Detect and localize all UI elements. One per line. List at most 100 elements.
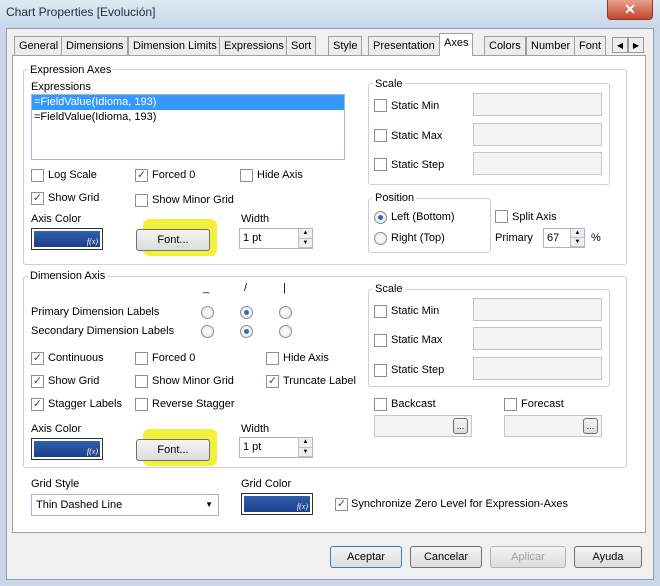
expression-list-item[interactable]: =FieldValue(Idioma, 193)	[32, 95, 344, 110]
primary-labels-vertical-radio[interactable]	[279, 306, 292, 319]
primary-label: Primary	[495, 232, 533, 244]
static-min-input[interactable]	[473, 93, 602, 116]
primary-labels-horizontal-radio[interactable]	[201, 306, 214, 319]
primary-spinner[interactable]: 67 ▲ ▼	[543, 228, 585, 248]
dimension-static-step-checkbox[interactable]	[374, 364, 387, 377]
forecast-input[interactable]: ...	[504, 415, 602, 437]
dimension-show-grid-label: Show Grid	[48, 375, 100, 387]
expression-axes-legend: Expression Axes	[28, 64, 114, 76]
stagger-labels-checkbox[interactable]: ✓	[31, 398, 44, 411]
spin-up-icon[interactable]: ▲	[571, 229, 584, 238]
static-min-label: Static Min	[391, 100, 440, 112]
primary-labels-diagonal-radio[interactable]	[240, 306, 253, 319]
axis-color-button[interactable]: f(x)	[31, 228, 103, 250]
tab-dimensions[interactable]: Dimensions	[61, 36, 129, 55]
spin-up-icon[interactable]: ▲	[299, 438, 312, 448]
position-group	[368, 198, 491, 253]
dimension-axis-legend: Dimension Axis	[28, 270, 108, 282]
static-max-label: Static Max	[391, 130, 443, 142]
chevron-down-icon[interactable]: ▼	[205, 500, 213, 509]
dimension-static-max-input[interactable]	[473, 327, 602, 350]
forced-0-checkbox[interactable]: ✓	[135, 169, 148, 182]
tab-style[interactable]: Style	[328, 36, 363, 55]
tab-scroll-right-button[interactable]: ▶	[628, 37, 644, 53]
tab-dimension-limits[interactable]: Dimension Limits	[128, 36, 222, 55]
dimension-static-min-input[interactable]	[473, 298, 602, 321]
static-max-checkbox[interactable]	[374, 129, 387, 142]
hide-axis-checkbox[interactable]	[240, 169, 253, 182]
sync-zero-checkbox[interactable]: ✓	[335, 498, 348, 511]
tab-axes[interactable]: Axes	[439, 33, 474, 56]
grid-style-select[interactable]: Thin Dashed Line ▼	[31, 494, 219, 516]
function-icon: f(x)	[86, 447, 98, 456]
static-step-input[interactable]	[473, 152, 602, 175]
truncate-label-label: Truncate Label	[283, 375, 356, 387]
dimension-static-max-checkbox[interactable]	[374, 334, 387, 347]
show-minor-grid-label: Show Minor Grid	[152, 194, 234, 206]
split-axis-checkbox[interactable]	[495, 210, 508, 223]
backcast-ellipsis-button[interactable]: ...	[453, 418, 468, 434]
backcast-checkbox[interactable]	[374, 398, 387, 411]
secondary-labels-diagonal-radio[interactable]	[240, 325, 253, 338]
accept-button[interactable]: Aceptar	[330, 546, 402, 568]
dimension-font-button[interactable]: Font...	[136, 439, 210, 461]
dimension-width-spin-buttons[interactable]: ▲ ▼	[298, 438, 312, 457]
position-right-top-radio[interactable]	[374, 232, 387, 245]
tab-general[interactable]: General	[14, 36, 64, 55]
reverse-stagger-checkbox[interactable]	[135, 398, 148, 411]
continuous-checkbox[interactable]: ✓	[31, 352, 44, 365]
dimension-axis-color-swatch: f(x)	[34, 441, 100, 457]
help-button[interactable]: Ayuda	[574, 546, 642, 568]
backcast-input[interactable]: ...	[374, 415, 472, 437]
show-grid-checkbox[interactable]: ✓	[31, 192, 44, 205]
tab-expressions[interactable]: Expressions	[219, 36, 289, 55]
width-spinner[interactable]: 1 pt ▲ ▼	[239, 228, 313, 249]
static-max-input[interactable]	[473, 123, 602, 146]
dimension-static-min-checkbox[interactable]	[374, 305, 387, 318]
forecast-ellipsis-button[interactable]: ...	[583, 418, 598, 434]
dimension-hide-axis-checkbox[interactable]	[266, 352, 279, 365]
forecast-checkbox[interactable]	[504, 398, 517, 411]
tab-font[interactable]: Font	[574, 36, 607, 55]
tab-number[interactable]: Number	[526, 36, 576, 55]
spin-down-icon[interactable]: ▼	[299, 447, 312, 457]
expressions-list[interactable]: =FieldValue(Idioma, 193) =FieldValue(Idi…	[31, 94, 345, 160]
show-minor-grid-checkbox[interactable]	[135, 194, 148, 207]
apply-button[interactable]: Aplicar	[490, 546, 566, 568]
forced-0-label: Forced 0	[152, 169, 196, 181]
width-value: 1 pt	[243, 232, 262, 244]
dimension-axis-color-button[interactable]: f(x)	[31, 438, 103, 460]
hide-axis-label: Hide Axis	[257, 169, 303, 181]
position-legend: Position	[373, 192, 417, 204]
expression-font-button[interactable]: Font...	[136, 229, 210, 251]
dimension-show-grid-checkbox[interactable]: ✓	[31, 375, 44, 388]
tab-colors[interactable]: Colors	[484, 36, 526, 55]
close-button[interactable]: ✕	[607, 0, 653, 20]
check-icon: ✓	[32, 398, 43, 410]
position-left-bottom-radio[interactable]	[374, 211, 387, 224]
truncate-label-checkbox[interactable]: ✓	[266, 375, 279, 388]
spin-down-icon[interactable]: ▼	[571, 238, 584, 247]
dimension-show-minor-grid-checkbox[interactable]	[135, 375, 148, 388]
grid-color-button[interactable]: f(x)	[241, 493, 313, 515]
log-scale-checkbox[interactable]	[31, 169, 44, 182]
orientation-horizontal-header: _	[203, 282, 210, 294]
cancel-button[interactable]: Cancelar	[410, 546, 482, 568]
tab-scroll-left-button[interactable]: ◀	[612, 37, 628, 53]
dimension-width-spinner[interactable]: 1 pt ▲ ▼	[239, 437, 313, 458]
dimension-forced-0-checkbox[interactable]	[135, 352, 148, 365]
static-step-checkbox[interactable]	[374, 158, 387, 171]
primary-spin-buttons[interactable]: ▲ ▼	[570, 229, 584, 247]
tab-presentation[interactable]: Presentation	[368, 36, 440, 55]
static-min-checkbox[interactable]	[374, 99, 387, 112]
secondary-labels-vertical-radio[interactable]	[279, 325, 292, 338]
forecast-label: Forecast	[521, 398, 564, 410]
tab-sort[interactable]: Sort	[286, 36, 317, 55]
spin-down-icon[interactable]: ▼	[299, 238, 312, 248]
width-spin-buttons[interactable]: ▲ ▼	[298, 229, 312, 248]
dimension-static-step-input[interactable]	[473, 357, 602, 380]
function-icon: f(x)	[86, 237, 98, 246]
secondary-labels-horizontal-radio[interactable]	[201, 325, 214, 338]
expression-list-item[interactable]: =FieldValue(Idioma, 193)	[32, 110, 344, 125]
spin-up-icon[interactable]: ▲	[299, 229, 312, 239]
